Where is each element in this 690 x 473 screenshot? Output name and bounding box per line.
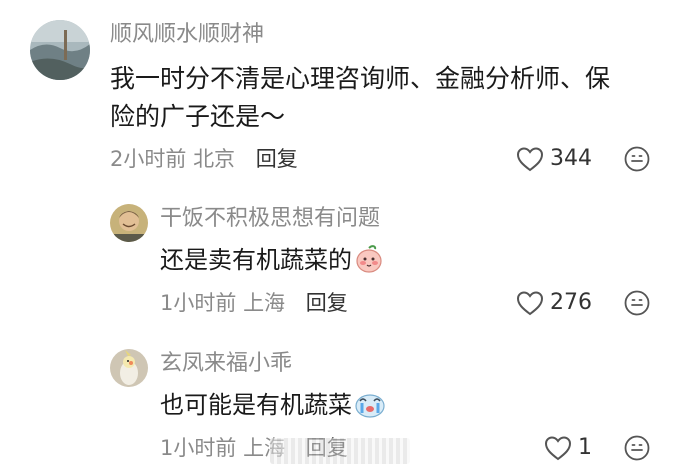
heart-icon — [516, 291, 544, 316]
username[interactable]: 干饭不积极思想有问题 — [160, 204, 380, 234]
comment-meta: 2小时前 北京 回复 — [110, 144, 298, 174]
comment-text-body: 还是卖有机蔬菜的 — [160, 246, 352, 274]
comment-text: 也可能是有机蔬菜 — [160, 388, 386, 428]
heart-icon — [544, 436, 572, 461]
comment-meta: 1小时前 上海 回复 — [160, 288, 348, 318]
like-button[interactable]: 344 — [516, 144, 592, 174]
like-button[interactable]: 276 — [516, 288, 592, 318]
avatar[interactable] — [30, 20, 90, 80]
smiley-icon — [624, 146, 650, 172]
cockatiel-avatar-icon — [110, 349, 148, 387]
crying-blob-sticker-icon — [354, 389, 386, 428]
smiling-man-avatar-icon — [110, 204, 148, 242]
blushing-peach-sticker-icon — [354, 244, 384, 283]
username[interactable]: 顺风顺水顺财神 — [110, 20, 264, 50]
smiley-icon — [624, 435, 650, 461]
emoji-react-button[interactable] — [624, 290, 650, 316]
location: 上海 — [243, 291, 286, 315]
emoji-react-button[interactable] — [624, 146, 650, 172]
like-count: 276 — [550, 290, 592, 315]
emoji-react-button[interactable] — [624, 435, 650, 461]
reply-button[interactable]: 回复 — [306, 291, 348, 315]
avatar[interactable] — [110, 204, 148, 242]
avatar[interactable] — [110, 349, 148, 387]
location: 北京 — [193, 147, 236, 171]
comment-text: 还是卖有机蔬菜的 — [160, 243, 384, 283]
reply-item: 干饭不积极思想有问题 还是卖有机蔬菜的 1小时前 上海 回复 276 — [0, 190, 690, 335]
reply-button[interactable]: 回复 — [256, 147, 298, 171]
landscape-avatar-icon — [30, 20, 90, 80]
like-button[interactable]: 1 — [544, 433, 592, 463]
like-count: 1 — [578, 435, 592, 460]
timestamp: 2小时前 — [110, 147, 187, 171]
watermark-overlay — [270, 438, 410, 464]
like-count: 344 — [550, 146, 592, 171]
comment-text-body: 也可能是有机蔬菜 — [160, 391, 352, 419]
timestamp: 1小时前 — [160, 291, 237, 315]
heart-icon — [516, 147, 544, 172]
comment-text-line-2: 险的广子还是～ — [110, 102, 286, 131]
smiley-icon — [624, 290, 650, 316]
username[interactable]: 玄凤来福小乖 — [160, 349, 292, 379]
comment-item: 顺风顺水顺财神 我一时分不清是心理咨询师、金融分析师、保 险的广子还是～ 2小时… — [0, 0, 690, 190]
timestamp: 1小时前 — [160, 436, 237, 460]
comment-text-line-1: 我一时分不清是心理咨询师、金融分析师、保 — [110, 64, 611, 93]
